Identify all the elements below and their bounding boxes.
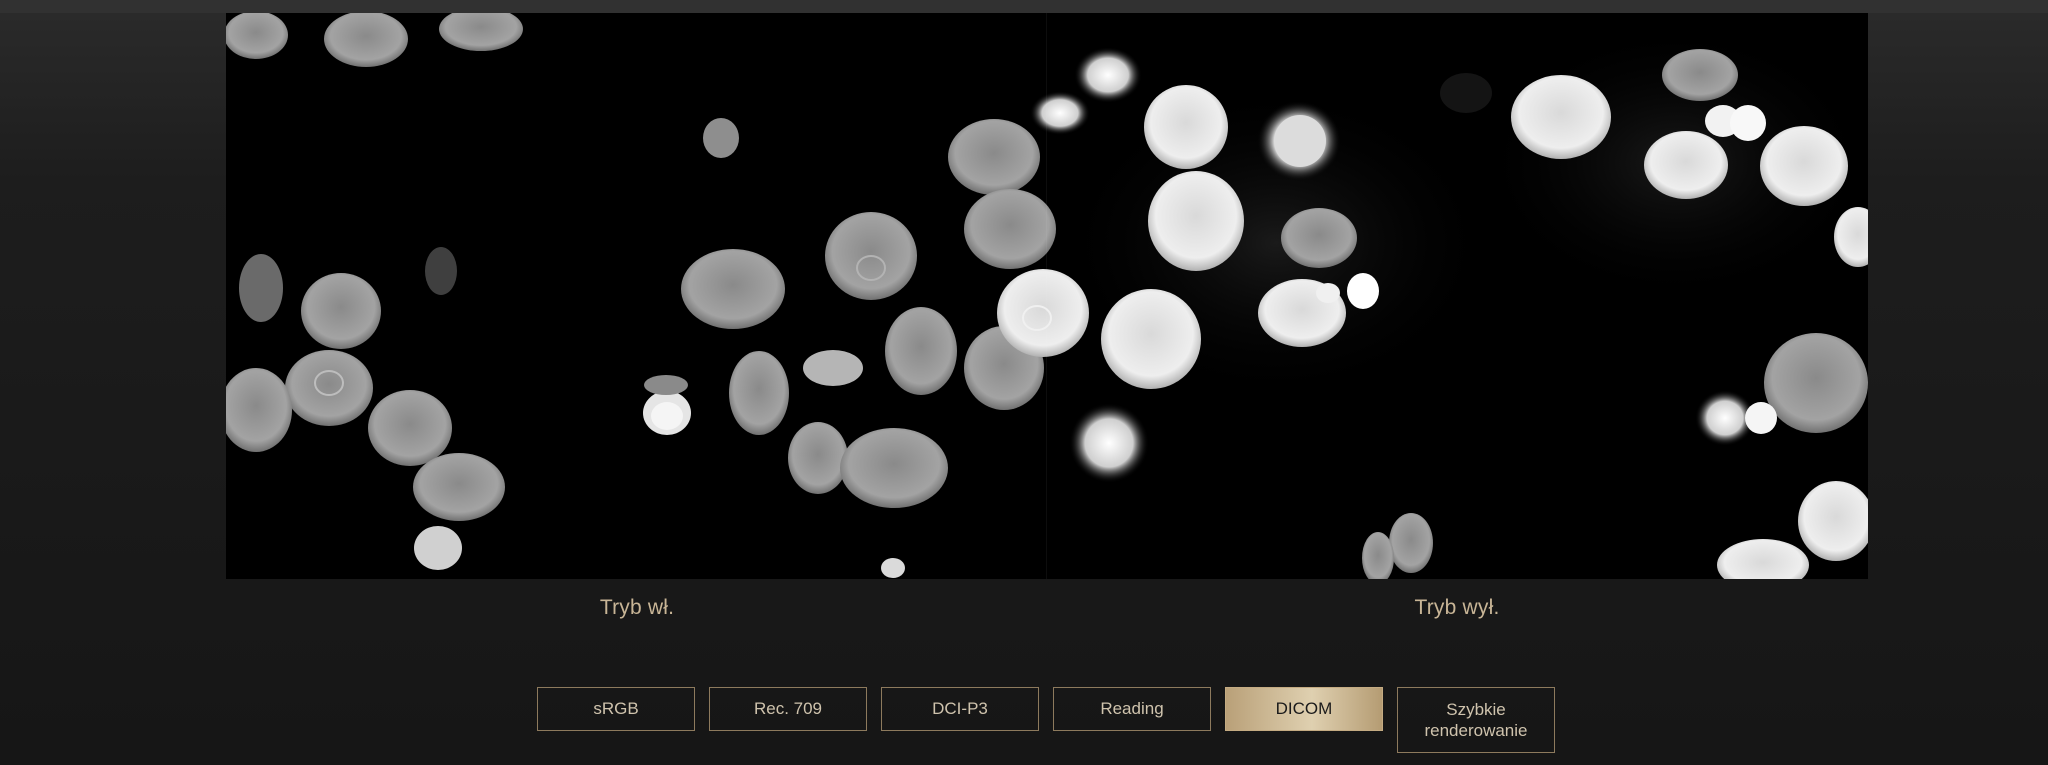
mode-button-rec709[interactable]: Rec. 709 bbox=[709, 687, 867, 731]
mode-button-srgb[interactable]: sRGB bbox=[537, 687, 695, 731]
mode-button-dicom[interactable]: DICOM bbox=[1225, 687, 1383, 731]
top-strip bbox=[0, 0, 2048, 13]
mode-button-reading[interactable]: Reading bbox=[1053, 687, 1211, 731]
mode-button-dci-p3[interactable]: DCI-P3 bbox=[881, 687, 1039, 731]
cell-nuclei-image bbox=[226, 13, 1868, 579]
mode-on-label: Tryb wł. bbox=[599, 596, 675, 619]
comparison-divider[interactable] bbox=[1046, 13, 1047, 579]
microscopy-comparison-image[interactable] bbox=[226, 13, 1868, 579]
mode-button-fast-render[interactable]: Szybkie renderowanie bbox=[1397, 687, 1555, 753]
mode-off-label: Tryb wył. bbox=[1414, 596, 1500, 619]
